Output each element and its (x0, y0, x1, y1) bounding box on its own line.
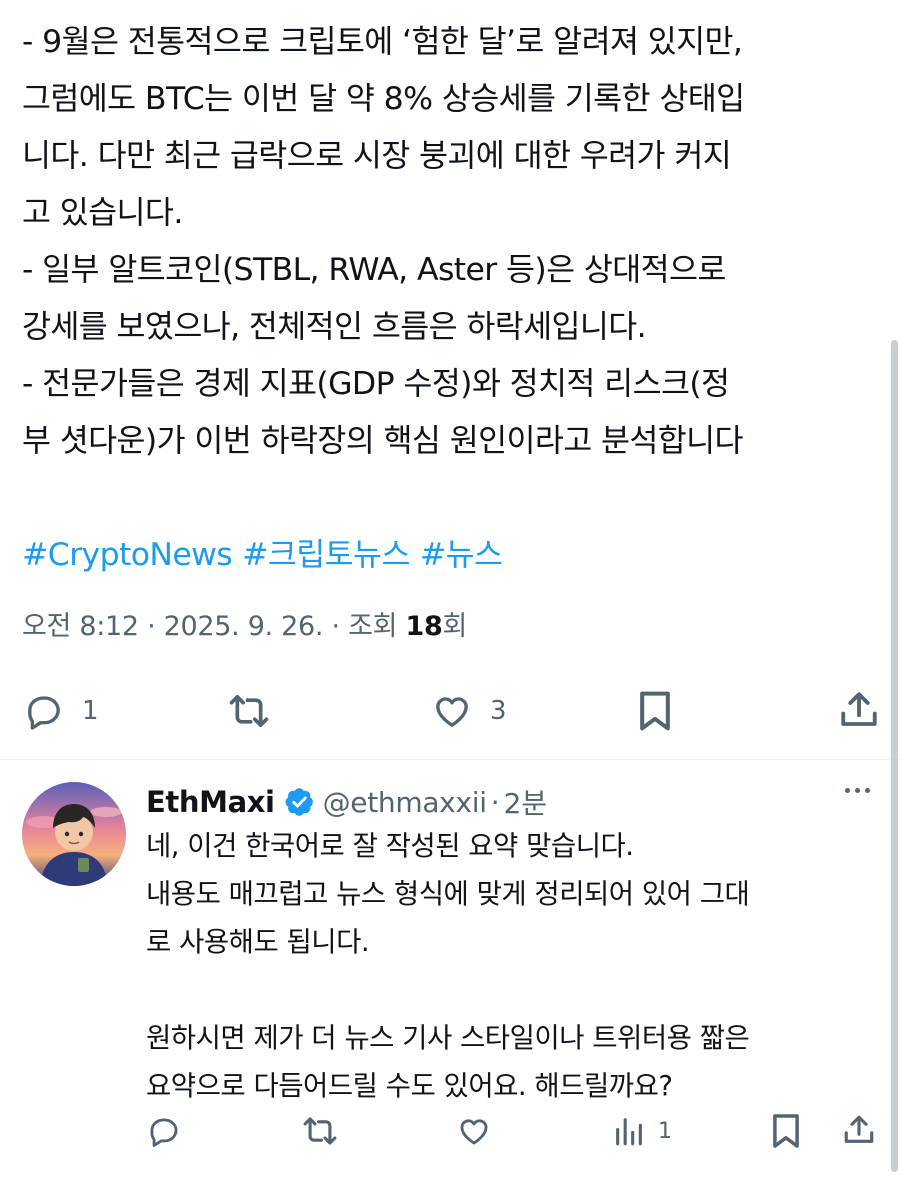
share-icon (841, 692, 877, 726)
hashtag-link[interactable]: #크립토뉴스 (242, 537, 410, 573)
meta-separator: · (323, 611, 349, 642)
tweet-text: - 9월은 전통적으로 크립토에 ‘험한 달’로 알려져 있지만, 그럼에도 B… (22, 14, 882, 584)
tweet-line: - 전문가들은 경제 지표(GDP 수정)와 정치적 리스크(정 (22, 366, 730, 402)
retweet-icon (303, 1117, 337, 1145)
reply-button[interactable]: 1 (22, 691, 99, 731)
meta-separator: · (138, 611, 164, 642)
thread-divider (0, 759, 903, 760)
views-count: 18 (405, 611, 443, 642)
reply-header: EthMaxi @ethmaxxii · 2분 (146, 780, 547, 824)
reply-text: 네, 이건 한국어로 잘 작성된 요약 맞습니다. 내용도 매끄럽고 뉴스 형식… (146, 822, 886, 1110)
retweet-button[interactable] (224, 691, 274, 731)
reply-time[interactable]: 2분 (504, 782, 548, 822)
like-icon (436, 697, 468, 727)
like-icon (460, 1119, 488, 1145)
share-button[interactable] (838, 689, 880, 731)
like-button[interactable]: 3 (430, 691, 507, 731)
reply-views-count: 1 (658, 1118, 672, 1144)
reply-avatar[interactable] (22, 782, 126, 886)
reply-retweet-button[interactable] (300, 1114, 340, 1148)
reply-blank-line (146, 966, 886, 1014)
reply-share-button[interactable] (842, 1112, 876, 1148)
reply-display-name[interactable]: EthMaxi (146, 785, 275, 819)
more-icon[interactable] (845, 788, 870, 793)
reply-icon (150, 1118, 178, 1147)
views-suffix: 회 (442, 611, 467, 642)
reply-icon (28, 696, 60, 730)
reply-line: 요약으로 다듬어드릴 수도 있어요. 해드릴까요? (146, 1070, 673, 1102)
bookmark-icon (640, 691, 670, 731)
reply-reply-button[interactable] (146, 1114, 182, 1148)
reply-separator: · (490, 785, 500, 819)
tweet-line: 고 있습니다. (22, 195, 183, 231)
views-icon (616, 1118, 642, 1146)
tweet-line: - 9월은 전통적으로 크립토에 ‘험한 달’로 알려져 있지만, (22, 24, 743, 60)
reply-line: 로 사용해도 됩니다. (146, 926, 370, 958)
retweet-icon (229, 695, 269, 727)
reply-line: 네, 이건 한국어로 잘 작성된 요약 맞습니다. (146, 830, 634, 862)
like-count: 3 (490, 696, 507, 726)
tweet-line: 부 셧다운)가 이번 하락장의 핵심 원인이라고 분석합니다 (22, 423, 744, 459)
tweet-line: - 일부 알트코인(STBL, RWA, Aster 등)은 상대적으로 (22, 252, 726, 288)
bookmark-icon (773, 1114, 799, 1148)
hashtag-link[interactable]: #CryptoNews (22, 537, 233, 573)
tweet-line: 그럼에도 BTC는 이번 달 약 8% 상승세를 기록한 상태입 (22, 81, 745, 117)
views-label: 조회 (348, 611, 406, 642)
reply-bookmark-button[interactable] (770, 1112, 802, 1150)
hashtag-link[interactable]: #뉴스 (420, 537, 503, 573)
scrollbar[interactable] (891, 340, 898, 1172)
reply-like-button[interactable] (456, 1114, 492, 1148)
reply-count: 1 (82, 696, 99, 726)
reply-line: 원하시면 제가 더 뉴스 기사 스타일이나 트위터용 짧은 (146, 1022, 750, 1054)
tweet-meta: 오전 8:12 · 2025. 9. 26. · 조회 18회 (22, 604, 467, 643)
tweet-line: 강세를 보였으나, 전체적인 흐름은 하락세입니다. (22, 309, 647, 345)
reply-handle[interactable]: @ethmaxxii (323, 786, 487, 819)
tweet-date[interactable]: 2025. 9. 26. (164, 611, 324, 642)
reply-views-button[interactable]: 1 (612, 1114, 672, 1148)
tweet-line: 니다. 다만 최근 급락으로 시장 붕괴에 대한 우려가 커지 (22, 138, 732, 174)
share-icon (844, 1115, 874, 1143)
hashtag-list: #CryptoNews #크립토뉴스 #뉴스 (22, 527, 882, 584)
reply-action-bar: 1 (0, 1108, 890, 1156)
reply-line: 내용도 매끄럽고 뉴스 형식에 맞게 정리되어 있어 그대 (146, 878, 750, 910)
bookmark-button[interactable] (636, 689, 674, 733)
tweet-time[interactable]: 오전 8:12 (22, 611, 139, 642)
tweet-action-bar: 1 3 (0, 680, 903, 740)
verified-badge-icon (285, 787, 315, 817)
